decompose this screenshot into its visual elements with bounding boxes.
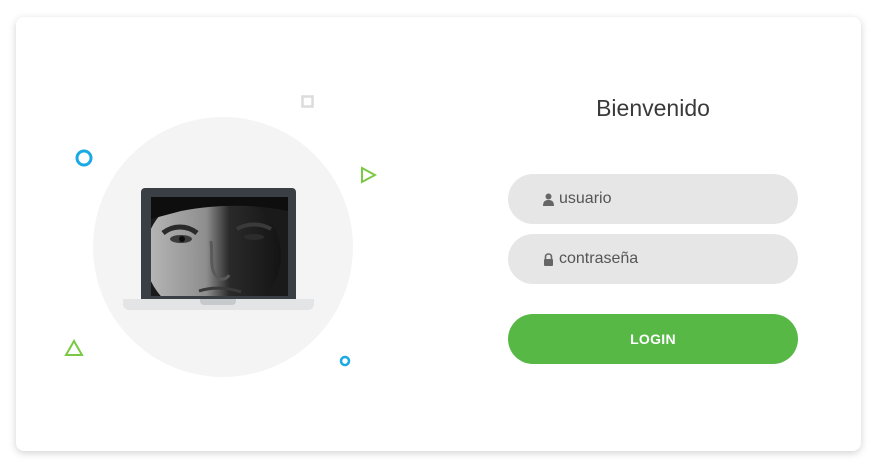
green-play-triangle-decoration bbox=[361, 166, 377, 184]
login-card: Bienvenido LOGIN bbox=[16, 17, 861, 451]
password-input[interactable] bbox=[559, 250, 779, 268]
username-field[interactable] bbox=[508, 174, 798, 224]
laptop-screen bbox=[141, 188, 296, 299]
username-input[interactable] bbox=[559, 190, 779, 208]
password-field[interactable] bbox=[508, 234, 798, 284]
green-triangle-decoration bbox=[64, 339, 84, 356]
laptop-photo bbox=[151, 197, 288, 296]
user-icon bbox=[542, 192, 554, 206]
blue-ring-decoration bbox=[75, 149, 93, 167]
blue-dot-ring-decoration bbox=[339, 355, 351, 367]
welcome-title: Bienvenido bbox=[596, 95, 710, 121]
square-outline-decoration bbox=[301, 95, 314, 108]
laptop-notch bbox=[200, 299, 236, 305]
lock-icon bbox=[542, 252, 554, 266]
login-button[interactable]: LOGIN bbox=[508, 314, 798, 364]
